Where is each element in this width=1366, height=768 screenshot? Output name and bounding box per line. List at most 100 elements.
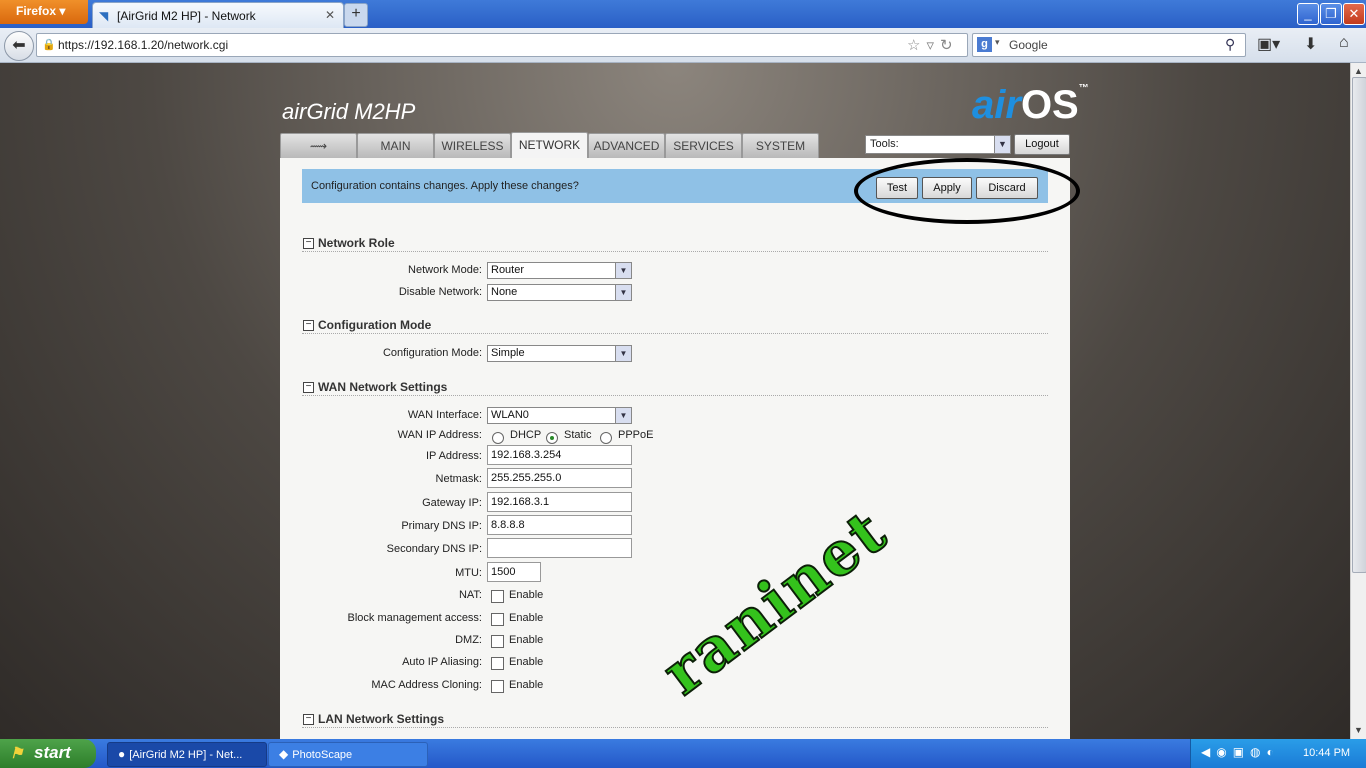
highlight-ellipse xyxy=(854,158,1080,224)
collapse-icon[interactable]: − xyxy=(303,382,314,393)
wan-interface-select[interactable]: WLAN0 ▼ xyxy=(487,407,632,424)
tab-network[interactable]: NETWORK xyxy=(511,132,588,159)
configuration-mode-label: Configuration Mode: xyxy=(382,347,482,359)
tools-dropdown[interactable]: Tools: ▼ xyxy=(865,135,1011,154)
logout-button[interactable]: Logout xyxy=(1014,134,1070,155)
airos-logo: airOS™ xyxy=(972,83,1089,127)
wan-ip-mode-label: WAN IP Address: xyxy=(397,429,482,441)
block-management-enable-label: Enable xyxy=(509,612,544,624)
disable-network-select[interactable]: None ▼ xyxy=(487,284,632,301)
tab-main[interactable]: MAIN xyxy=(357,133,434,158)
chevron-down-icon[interactable]: ▾ xyxy=(995,37,1000,48)
new-tab-button[interactable]: + xyxy=(344,3,368,27)
section-title: Network Role xyxy=(318,236,395,250)
chevron-down-icon: ▼ xyxy=(994,136,1010,153)
static-label: Static xyxy=(564,429,592,441)
ubiquiti-logo-icon: ⟿ xyxy=(309,139,328,153)
section-wan-settings: − WAN Network Settings xyxy=(302,380,1048,396)
dhcp-radio[interactable] xyxy=(492,432,504,444)
nat-label: NAT: xyxy=(458,589,482,601)
tray-icons[interactable]: ◀◉▣◍◐ xyxy=(1201,745,1280,759)
windows-flag-icon: ⚑ xyxy=(10,745,24,762)
netmask-input[interactable]: 255.255.255.0 xyxy=(487,468,632,488)
block-management-checkbox[interactable] xyxy=(491,613,504,626)
mtu-input[interactable]: 1500 xyxy=(487,562,541,582)
tab-logo[interactable]: ⟿ xyxy=(280,133,357,158)
google-icon[interactable]: g xyxy=(977,37,992,52)
collapse-icon[interactable]: − xyxy=(303,714,314,725)
network-mode-select[interactable]: Router ▼ xyxy=(487,262,632,279)
close-tab-icon[interactable]: ✕ xyxy=(325,8,335,22)
collapse-icon[interactable]: − xyxy=(303,320,314,331)
minimize-button[interactable]: _ xyxy=(1297,3,1319,25)
wan-interface-label: WAN Interface: xyxy=(407,409,482,421)
mac-cloning-checkbox[interactable] xyxy=(491,680,504,693)
secondary-dns-label: Secondary DNS IP: xyxy=(386,543,482,555)
tab-title: [AirGrid M2 HP] - Network xyxy=(117,9,256,23)
primary-dns-input[interactable]: 8.8.8.8 xyxy=(487,515,632,535)
photoscape-icon: ◆ xyxy=(279,747,289,761)
auto-ip-aliasing-label: Auto IP Aliasing: xyxy=(402,656,482,668)
secondary-dns-input[interactable] xyxy=(487,538,632,558)
section-configuration-mode: − Configuration Mode xyxy=(302,318,1048,334)
section-lan-settings: − LAN Network Settings xyxy=(302,712,1048,728)
firefox-icon: ● xyxy=(118,747,126,761)
auto-ip-aliasing-checkbox[interactable] xyxy=(491,657,504,670)
taskbar-item-photoscape[interactable]: ◆ PhotoScape xyxy=(268,742,428,767)
block-management-label: Block management access: xyxy=(347,612,482,624)
browser-tab[interactable]: ◥ [AirGrid M2 HP] - Network ✕ xyxy=(92,2,344,29)
maximize-button[interactable]: ❐ xyxy=(1320,3,1342,25)
chevron-down-icon: ▼ xyxy=(615,263,631,278)
bookmark-star-icon[interactable]: ☆▿↻ xyxy=(907,36,959,54)
url-bar[interactable]: 🔒 https://192.168.1.20/network.cgi ☆▿↻ xyxy=(36,33,968,57)
firefox-menu-button[interactable]: Firefox ▾ xyxy=(0,0,88,24)
gateway-ip-input[interactable]: 192.168.3.1 xyxy=(487,492,632,512)
auto-ip-aliasing-enable-label: Enable xyxy=(509,656,544,668)
chevron-down-icon: ▼ xyxy=(615,408,631,423)
netmask-label: Netmask: xyxy=(435,473,482,485)
scroll-down-icon[interactable]: ▼ xyxy=(1354,725,1363,735)
configuration-mode-select[interactable]: Simple ▼ xyxy=(487,345,632,362)
taskbar-item-firefox[interactable]: ● [AirGrid M2 HP] - Net... xyxy=(107,742,267,767)
section-title: Configuration Mode xyxy=(318,318,432,332)
vertical-scrollbar[interactable]: ▲ ▼ xyxy=(1350,63,1366,739)
ip-address-label: IP Address: xyxy=(425,450,482,462)
chevron-down-icon: ▼ xyxy=(615,346,631,361)
search-icon[interactable]: ⚲ xyxy=(1225,36,1235,53)
tab-advanced[interactable]: ADVANCED xyxy=(588,133,665,158)
page-content: airGrid M2HP airOS™ ⟿ MAIN WIRELESS NETW… xyxy=(0,63,1350,739)
static-radio[interactable] xyxy=(546,432,558,444)
dmz-label: DMZ: xyxy=(455,634,482,646)
tab-system[interactable]: SYSTEM xyxy=(742,133,819,158)
section-network-role: − Network Role xyxy=(302,236,1048,252)
search-box[interactable]: g ▾ Google ⚲ xyxy=(972,33,1246,57)
bookmarks-icon[interactable]: ▣▾ xyxy=(1257,34,1280,54)
download-icon[interactable]: ⬇ xyxy=(1304,34,1317,54)
ip-address-input[interactable]: 192.168.3.254 xyxy=(487,445,632,465)
notice-message: Configuration contains changes. Apply th… xyxy=(311,180,579,192)
scroll-up-icon[interactable]: ▲ xyxy=(1354,66,1363,76)
mtu-label: MTU: xyxy=(455,567,482,579)
gateway-ip-label: Gateway IP: xyxy=(422,497,482,509)
network-mode-label: Network Mode: xyxy=(408,264,482,276)
nat-checkbox[interactable] xyxy=(491,590,504,603)
dhcp-label: DHCP xyxy=(510,429,542,441)
airgrid-logo: airGrid M2HP xyxy=(282,99,416,124)
close-window-button[interactable]: ✕ xyxy=(1343,3,1365,25)
start-button[interactable]: ⚑ start xyxy=(0,739,96,768)
primary-dns-label: Primary DNS IP: xyxy=(401,520,482,532)
system-tray: ◀◉▣◍◐ 10:44 PM xyxy=(1190,739,1366,768)
tab-wireless[interactable]: WIRELESS xyxy=(434,133,511,158)
disable-network-label: Disable Network: xyxy=(398,286,482,298)
section-title: LAN Network Settings xyxy=(318,712,445,726)
back-button[interactable]: ⬅ xyxy=(4,31,34,61)
pppoe-radio[interactable] xyxy=(600,432,612,444)
clock: 10:44 PM xyxy=(1303,747,1351,759)
tab-services[interactable]: SERVICES xyxy=(665,133,742,158)
home-icon[interactable]: ⌂ xyxy=(1339,34,1349,52)
collapse-icon[interactable]: − xyxy=(303,238,314,249)
mac-cloning-label: MAC Address Cloning: xyxy=(371,679,482,691)
scrollbar-thumb[interactable] xyxy=(1352,77,1366,573)
mac-cloning-enable-label: Enable xyxy=(509,679,544,691)
dmz-checkbox[interactable] xyxy=(491,635,504,648)
